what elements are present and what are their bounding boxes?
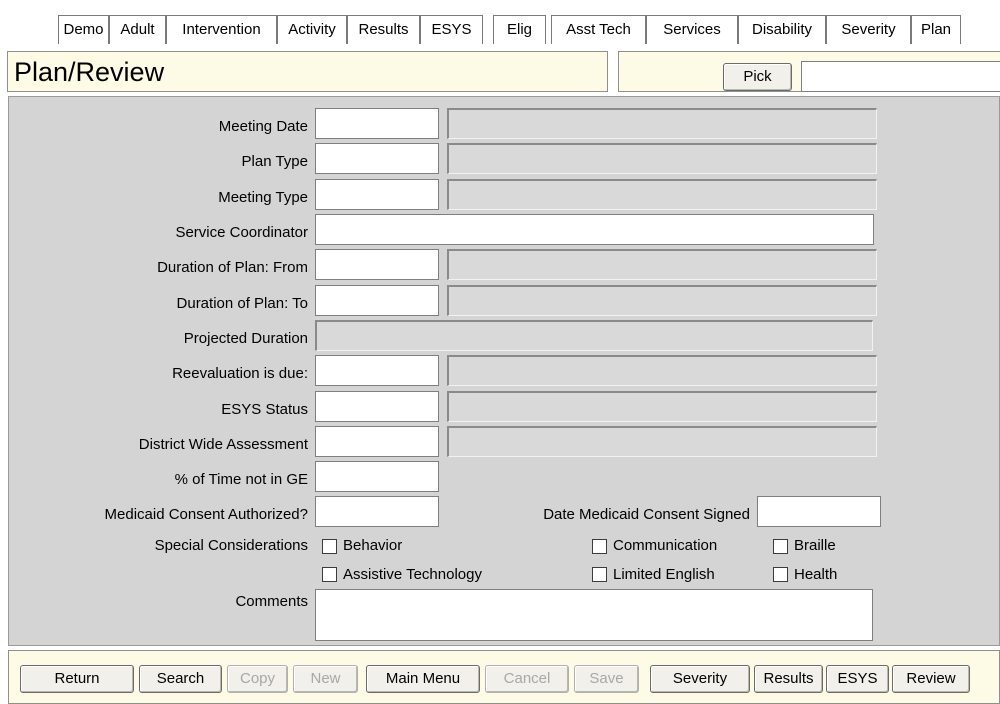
- time-not-in-ge-input[interactable]: [315, 461, 439, 492]
- new-button[interactable]: New: [293, 665, 358, 693]
- esys-button[interactable]: ESYS: [826, 665, 889, 693]
- reevaluation-due-input[interactable]: [315, 355, 439, 386]
- reevaluation-due-label: Reevaluation is due:: [172, 365, 308, 382]
- pick-input[interactable]: [801, 61, 1000, 92]
- page-header: Plan/Review: [7, 51, 608, 92]
- pick-button[interactable]: Pick: [723, 63, 792, 91]
- assistive-technology-checkbox[interactable]: [322, 567, 337, 582]
- return-button[interactable]: Return: [20, 665, 134, 693]
- tab-activity[interactable]: Activity: [277, 15, 347, 44]
- comments-label: Comments: [235, 593, 308, 610]
- plan-type-label: Plan Type: [241, 153, 308, 170]
- meeting-date-display: [447, 108, 877, 139]
- district-assessment-label: District Wide Assessment: [138, 436, 308, 453]
- medicaid-authorized-input[interactable]: [315, 496, 439, 527]
- copy-button[interactable]: Copy: [227, 665, 288, 693]
- duration-to-label: Duration of Plan: To: [176, 295, 308, 312]
- page-title: Plan/Review: [14, 57, 165, 87]
- assistive-technology-label: Assistive Technology: [343, 566, 482, 583]
- plan-type-input[interactable]: [315, 143, 439, 174]
- plan-type-display: [447, 143, 877, 174]
- meeting-type-input[interactable]: [315, 179, 439, 210]
- reevaluation-due-display: [447, 355, 877, 386]
- comments-textarea[interactable]: [315, 589, 873, 641]
- projected-duration-label: Projected Duration: [183, 330, 308, 347]
- tab-intervention[interactable]: Intervention: [166, 15, 277, 44]
- district-assessment-display: [447, 426, 877, 457]
- communication-checkbox[interactable]: [592, 539, 607, 554]
- braille-checkbox[interactable]: [773, 539, 788, 554]
- tab-results[interactable]: Results: [347, 15, 420, 44]
- tab-asst-tech[interactable]: Asst Tech: [551, 15, 646, 44]
- meeting-date-label: Meeting Date: [218, 118, 308, 135]
- tab-bar: Demo Adult Intervention Activity Results…: [0, 0, 1000, 44]
- tab-services[interactable]: Services: [646, 15, 738, 44]
- limited-english-label: Limited English: [613, 566, 715, 583]
- esys-status-input[interactable]: [315, 391, 439, 422]
- duration-from-label: Duration of Plan: From: [157, 259, 308, 276]
- district-assessment-input[interactable]: [315, 426, 439, 457]
- service-coordinator-input[interactable]: [315, 214, 874, 245]
- tab-adult[interactable]: Adult: [109, 15, 166, 44]
- medicaid-signed-label: Date Medicaid Consent Signed: [543, 506, 750, 523]
- meeting-type-display: [447, 179, 877, 210]
- tab-esys[interactable]: ESYS: [420, 15, 483, 44]
- medicaid-signed-input[interactable]: [757, 496, 881, 527]
- behavior-checkbox[interactable]: [322, 539, 337, 554]
- health-label: Health: [794, 566, 838, 583]
- tab-demo[interactable]: Demo: [58, 15, 109, 44]
- tab-severity[interactable]: Severity: [826, 15, 911, 44]
- meeting-date-input[interactable]: [315, 108, 439, 139]
- cancel-button[interactable]: Cancel: [485, 665, 569, 693]
- behavior-label: Behavior: [343, 537, 403, 554]
- braille-label: Braille: [794, 537, 836, 554]
- esys-status-label: ESYS Status: [221, 401, 308, 418]
- tab-plan[interactable]: Plan: [911, 15, 961, 44]
- review-button[interactable]: Review: [892, 665, 970, 693]
- results-button[interactable]: Results: [754, 665, 823, 693]
- limited-english-checkbox[interactable]: [592, 567, 607, 582]
- save-button[interactable]: Save: [574, 665, 639, 693]
- duration-to-display: [447, 285, 877, 316]
- special-considerations-label: Special Considerations: [154, 537, 308, 554]
- medicaid-authorized-label: Medicaid Consent Authorized?: [104, 506, 308, 523]
- time-not-in-ge-label: % of Time not in GE: [174, 471, 308, 488]
- tab-disability[interactable]: Disability: [738, 15, 826, 44]
- severity-button[interactable]: Severity: [650, 665, 750, 693]
- esys-status-display: [447, 391, 877, 422]
- service-coordinator-label: Service Coordinator: [175, 224, 308, 241]
- communication-label: Communication: [613, 537, 718, 554]
- meeting-type-label: Meeting Type: [218, 189, 308, 206]
- health-checkbox[interactable]: [773, 567, 788, 582]
- projected-duration-display: [315, 320, 873, 351]
- duration-to-input[interactable]: [315, 285, 439, 316]
- search-button[interactable]: Search: [139, 665, 222, 693]
- tab-elig[interactable]: Elig: [493, 15, 546, 44]
- duration-from-input[interactable]: [315, 249, 439, 280]
- duration-from-display: [447, 249, 877, 280]
- main-menu-button[interactable]: Main Menu: [366, 665, 480, 693]
